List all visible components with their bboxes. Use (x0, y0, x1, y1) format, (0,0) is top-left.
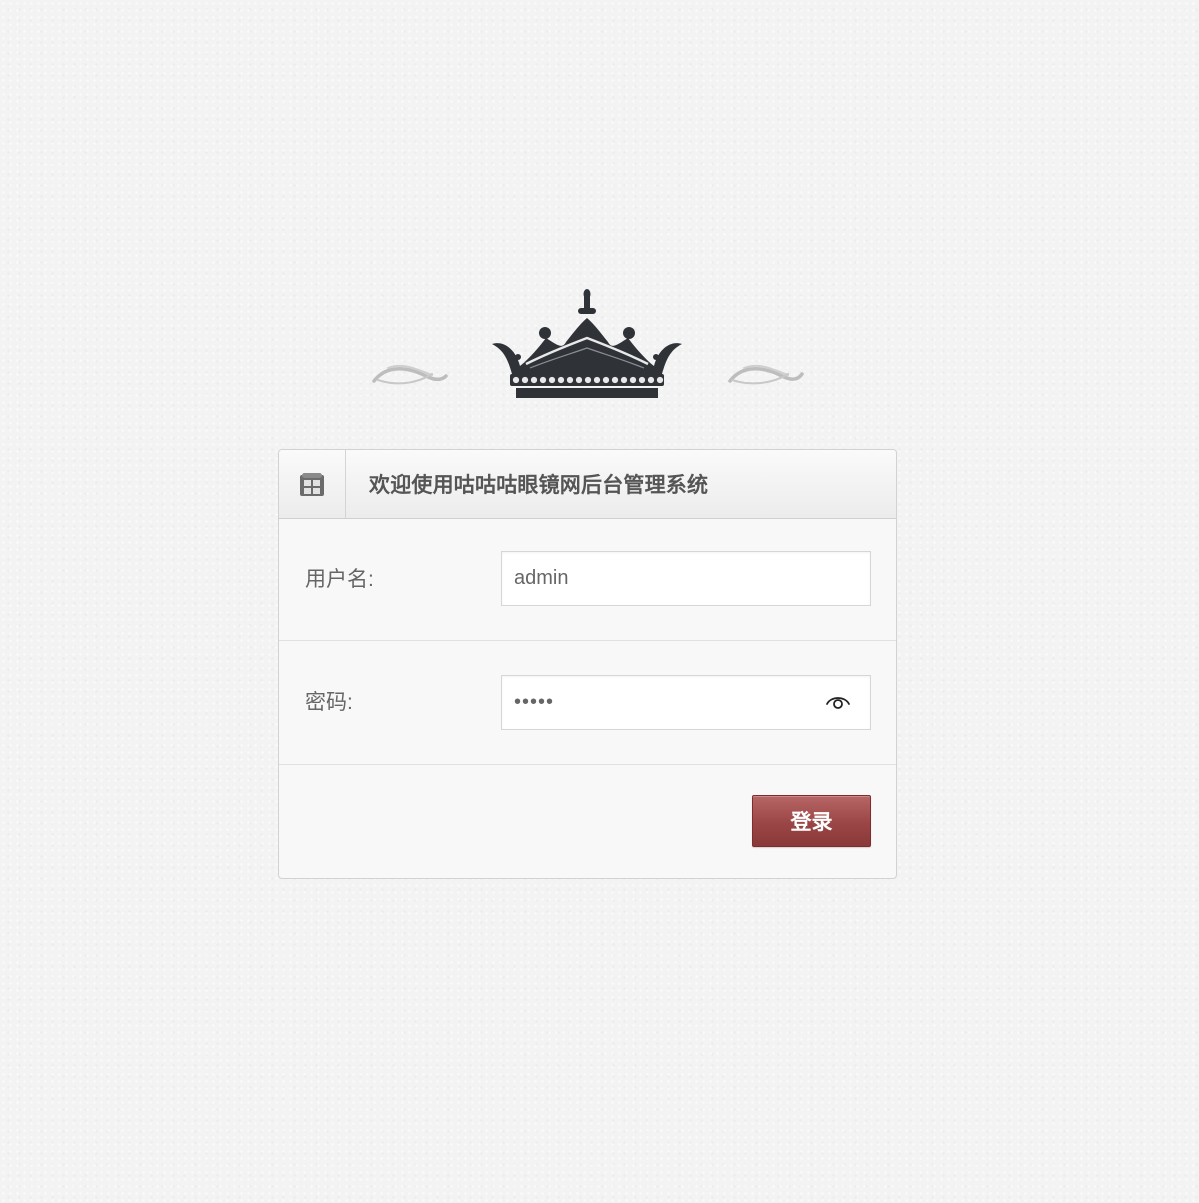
username-row: 用户名: (279, 519, 896, 641)
header-icon-box (279, 450, 346, 518)
login-panel: 欢迎使用咕咕咕眼镜网后台管理系统 用户名: 密码: 登录 (278, 449, 897, 879)
left-swash-icon (372, 364, 448, 385)
login-button[interactable]: 登录 (752, 795, 871, 847)
password-label: 密码: (305, 691, 353, 714)
crown-pearls (512, 376, 664, 384)
password-input[interactable] (501, 675, 871, 730)
panel-header: 欢迎使用咕咕咕眼镜网后台管理系统 (279, 450, 896, 519)
right-swash-icon (728, 364, 804, 385)
crown-logo (370, 288, 806, 404)
password-row: 密码: (279, 641, 896, 765)
eye-icon (826, 697, 850, 709)
panel-title: 欢迎使用咕咕咕眼镜网后台管理系统 (369, 474, 709, 497)
username-label: 用户名: (305, 568, 374, 591)
show-password-toggle[interactable] (823, 689, 853, 715)
username-input[interactable] (501, 551, 871, 606)
home-icon (300, 473, 324, 496)
